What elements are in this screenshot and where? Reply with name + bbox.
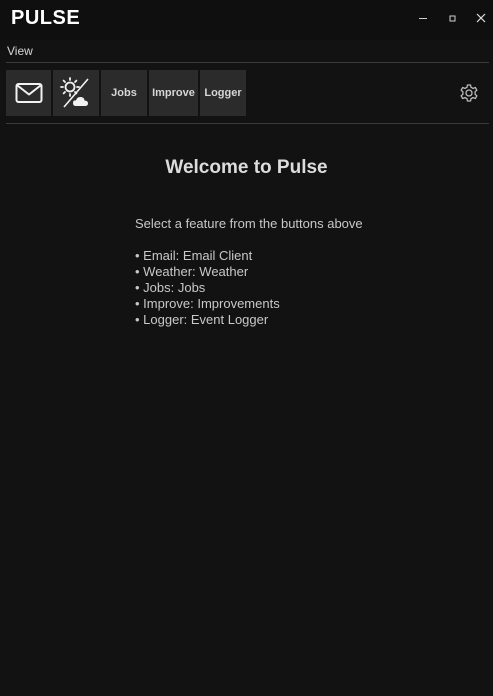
close-icon bbox=[476, 13, 486, 23]
weather-button[interactable] bbox=[53, 70, 99, 116]
improve-button[interactable]: Improve bbox=[149, 70, 198, 116]
sun-cloud-icon bbox=[60, 77, 89, 108]
maximize-button[interactable] bbox=[442, 8, 462, 28]
close-button[interactable] bbox=[471, 8, 491, 28]
jobs-button[interactable]: Jobs bbox=[101, 70, 147, 116]
menu-bar: View bbox=[0, 40, 493, 62]
gear-icon bbox=[460, 84, 478, 102]
settings-button[interactable] bbox=[457, 81, 481, 105]
list-item: • Logger: Event Logger bbox=[135, 312, 269, 327]
app-title: PULSE bbox=[11, 7, 81, 29]
list-item: • Email: Email Client bbox=[135, 248, 253, 263]
welcome-title: Welcome to Pulse bbox=[165, 157, 328, 178]
minimize-button[interactable] bbox=[413, 8, 433, 28]
title-bar[interactable]: PULSE bbox=[0, 0, 493, 40]
list-item: • Jobs: Jobs bbox=[135, 280, 206, 295]
feature-list: • Email: Email Client • Weather: Weather… bbox=[135, 248, 280, 328]
list-item: • Improve: Improvements bbox=[135, 296, 280, 311]
app-window: PULSE View Jobs Improve Logger Welcome t… bbox=[0, 0, 493, 696]
email-button[interactable] bbox=[6, 70, 51, 116]
logger-button[interactable]: Logger bbox=[200, 70, 246, 116]
envelope-icon bbox=[15, 83, 42, 103]
toolbar-divider-top bbox=[6, 62, 489, 63]
welcome-subtitle: Select a feature from the buttons above bbox=[135, 216, 363, 231]
toolbar-divider-bottom bbox=[6, 123, 489, 124]
menu-item-view[interactable]: View bbox=[7, 44, 33, 58]
list-item: • Weather: Weather bbox=[135, 264, 249, 279]
maximize-icon bbox=[449, 15, 456, 22]
minimize-icon bbox=[419, 18, 427, 19]
